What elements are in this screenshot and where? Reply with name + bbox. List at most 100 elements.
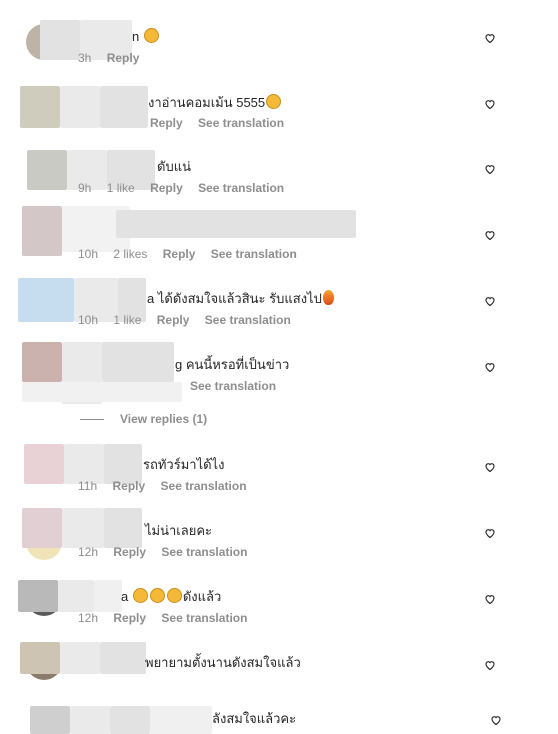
see-translation-button[interactable]: See translation [198, 116, 284, 130]
comment-text: ดับแน่ [157, 159, 191, 174]
redacted-username [100, 86, 148, 128]
see-translation-button[interactable]: See translation [198, 181, 284, 195]
like-count[interactable]: 1 like [107, 181, 135, 195]
comment-text: a ดังแล้ว [121, 588, 222, 604]
comment-time: 3h [78, 51, 92, 65]
reply-button[interactable]: Reply [150, 181, 183, 195]
comment-item: g คนนี้หรอที่เป็นข่าว See translation [0, 340, 558, 404]
see-translation-button[interactable]: See translation [190, 379, 276, 393]
comment-meta: 10h 2 likes Reply See translation [78, 247, 309, 261]
see-translation-button[interactable]: See translation [161, 545, 247, 559]
redacted-avatar [22, 206, 62, 256]
like-count[interactable]: 2 likes [113, 247, 147, 261]
comment-time: 9h [78, 181, 92, 195]
comment-meta: 11h Reply See translation [78, 479, 259, 493]
comment-item: ลังสมใจแล้วคะ [0, 700, 558, 734]
comment-item: พยายามตั้งนานดังสมใจแล้ว [0, 640, 558, 700]
comment-meta: 12h Reply See translation [78, 611, 259, 625]
redacted-username [100, 642, 146, 674]
comment-item: n 3h Reply [0, 18, 558, 78]
heart-outline-icon[interactable] [484, 461, 496, 473]
clapping-hands-emoji [143, 28, 159, 43]
redacted-username [60, 642, 100, 674]
reply-button[interactable]: Reply [113, 545, 146, 559]
reply-button[interactable]: Reply [157, 313, 190, 327]
heart-outline-icon[interactable] [484, 98, 496, 110]
heart-outline-icon[interactable] [484, 295, 496, 307]
comment-text: a ได้ดังสมใจแล้วสินะ รับแสงไป [147, 288, 334, 309]
heart-outline-icon[interactable] [484, 163, 496, 175]
reply-button[interactable]: Reply [107, 51, 140, 65]
reply-button[interactable]: Reply [150, 116, 183, 130]
redacted-username [94, 580, 122, 612]
comment-meta: 10h 1 like Reply See translation [78, 313, 303, 327]
redacted-username [58, 580, 94, 612]
comment-item: a ได้ดังสมใจแล้วสินะ รับแสงไป 10h 1 like… [0, 276, 558, 336]
redacted-username [64, 444, 104, 484]
comment-item: ดับแน่ 9h 1 like Reply See translation [0, 148, 558, 208]
comment-text: g คนนี้หรอที่เป็นข่าว [175, 357, 290, 372]
redacted-username [22, 382, 182, 402]
comment-text: รถทัวร์มาได้ไง [143, 457, 225, 472]
redacted-username [110, 706, 150, 734]
comment-text: n [132, 28, 160, 44]
see-translation-button[interactable]: See translation [211, 247, 297, 261]
like-count[interactable]: 1 like [113, 313, 141, 327]
comment-text: ไม่น่าเลยคะ [145, 523, 212, 538]
redacted-username [104, 444, 142, 484]
comment-item: 10h 2 likes Reply See translation [0, 204, 558, 264]
comment-text: งาอ่านคอมเม้น 5555 [148, 92, 282, 113]
see-translation-button[interactable]: See translation [161, 479, 247, 493]
comment-item: รถทัวร์มาได้ไง 11h Reply See translation [0, 442, 558, 502]
comment-time: 10h [78, 313, 99, 327]
heart-outline-icon[interactable] [484, 229, 496, 241]
redacted-comment-text [116, 210, 356, 238]
redacted-username [102, 342, 174, 382]
clapping-hands-emoji [266, 94, 282, 109]
heart-outline-icon[interactable] [484, 361, 496, 373]
reply-button[interactable]: Reply [163, 247, 196, 261]
redacted-avatar [22, 508, 62, 548]
redacted-avatar [20, 642, 60, 674]
comment-time: 10h [78, 247, 99, 261]
redacted-username [150, 706, 212, 734]
comment-meta: 12h Reply See translation [78, 545, 259, 559]
comment-meta: Reply See translation [150, 116, 296, 130]
see-translation-button[interactable]: See translation [161, 611, 247, 625]
clapping-hands-emoji [166, 588, 182, 603]
clapping-hands-emoji [149, 588, 165, 603]
fire-emoji [322, 290, 334, 305]
redacted-avatar [24, 444, 64, 484]
comment-item: งาอ่านคอมเม้น 5555 Reply See translation [0, 84, 558, 144]
heart-outline-icon[interactable] [484, 32, 496, 44]
redacted-avatar [20, 86, 60, 128]
see-translation-button[interactable]: See translation [205, 313, 291, 327]
comment-time: 12h [78, 545, 99, 559]
comment-text: พยายามตั้งนานดังสมใจแล้ว [145, 655, 301, 670]
redacted-avatar [18, 278, 74, 322]
comment-meta: 9h 1 like Reply See translation [78, 181, 296, 195]
comment-text: ลังสมใจแล้วคะ [212, 711, 297, 726]
view-replies-button[interactable]: View replies (1) [80, 412, 207, 426]
reply-button[interactable]: Reply [112, 479, 145, 493]
heart-outline-icon[interactable] [484, 527, 496, 539]
reply-button[interactable]: Reply [113, 611, 146, 625]
comment-meta: 3h Reply [78, 51, 151, 65]
redacted-avatar [30, 706, 70, 734]
comment-time: 11h [78, 479, 98, 493]
redacted-avatar [18, 580, 58, 612]
redacted-username [70, 706, 110, 734]
redacted-username [104, 508, 142, 548]
comment-time: 12h [78, 611, 99, 625]
view-replies-label: View replies (1) [120, 412, 208, 426]
redacted-avatar [22, 342, 62, 382]
redacted-username [60, 86, 100, 128]
clapping-hands-emoji [132, 588, 148, 603]
heart-outline-icon[interactable] [484, 593, 496, 605]
heart-outline-icon[interactable] [490, 714, 502, 726]
redacted-username [62, 508, 104, 548]
comment-meta: See translation [190, 379, 288, 393]
comment-item: a ดังแล้ว 12h Reply See translation [0, 576, 558, 636]
heart-outline-icon[interactable] [484, 659, 496, 671]
redacted-username [40, 20, 80, 60]
